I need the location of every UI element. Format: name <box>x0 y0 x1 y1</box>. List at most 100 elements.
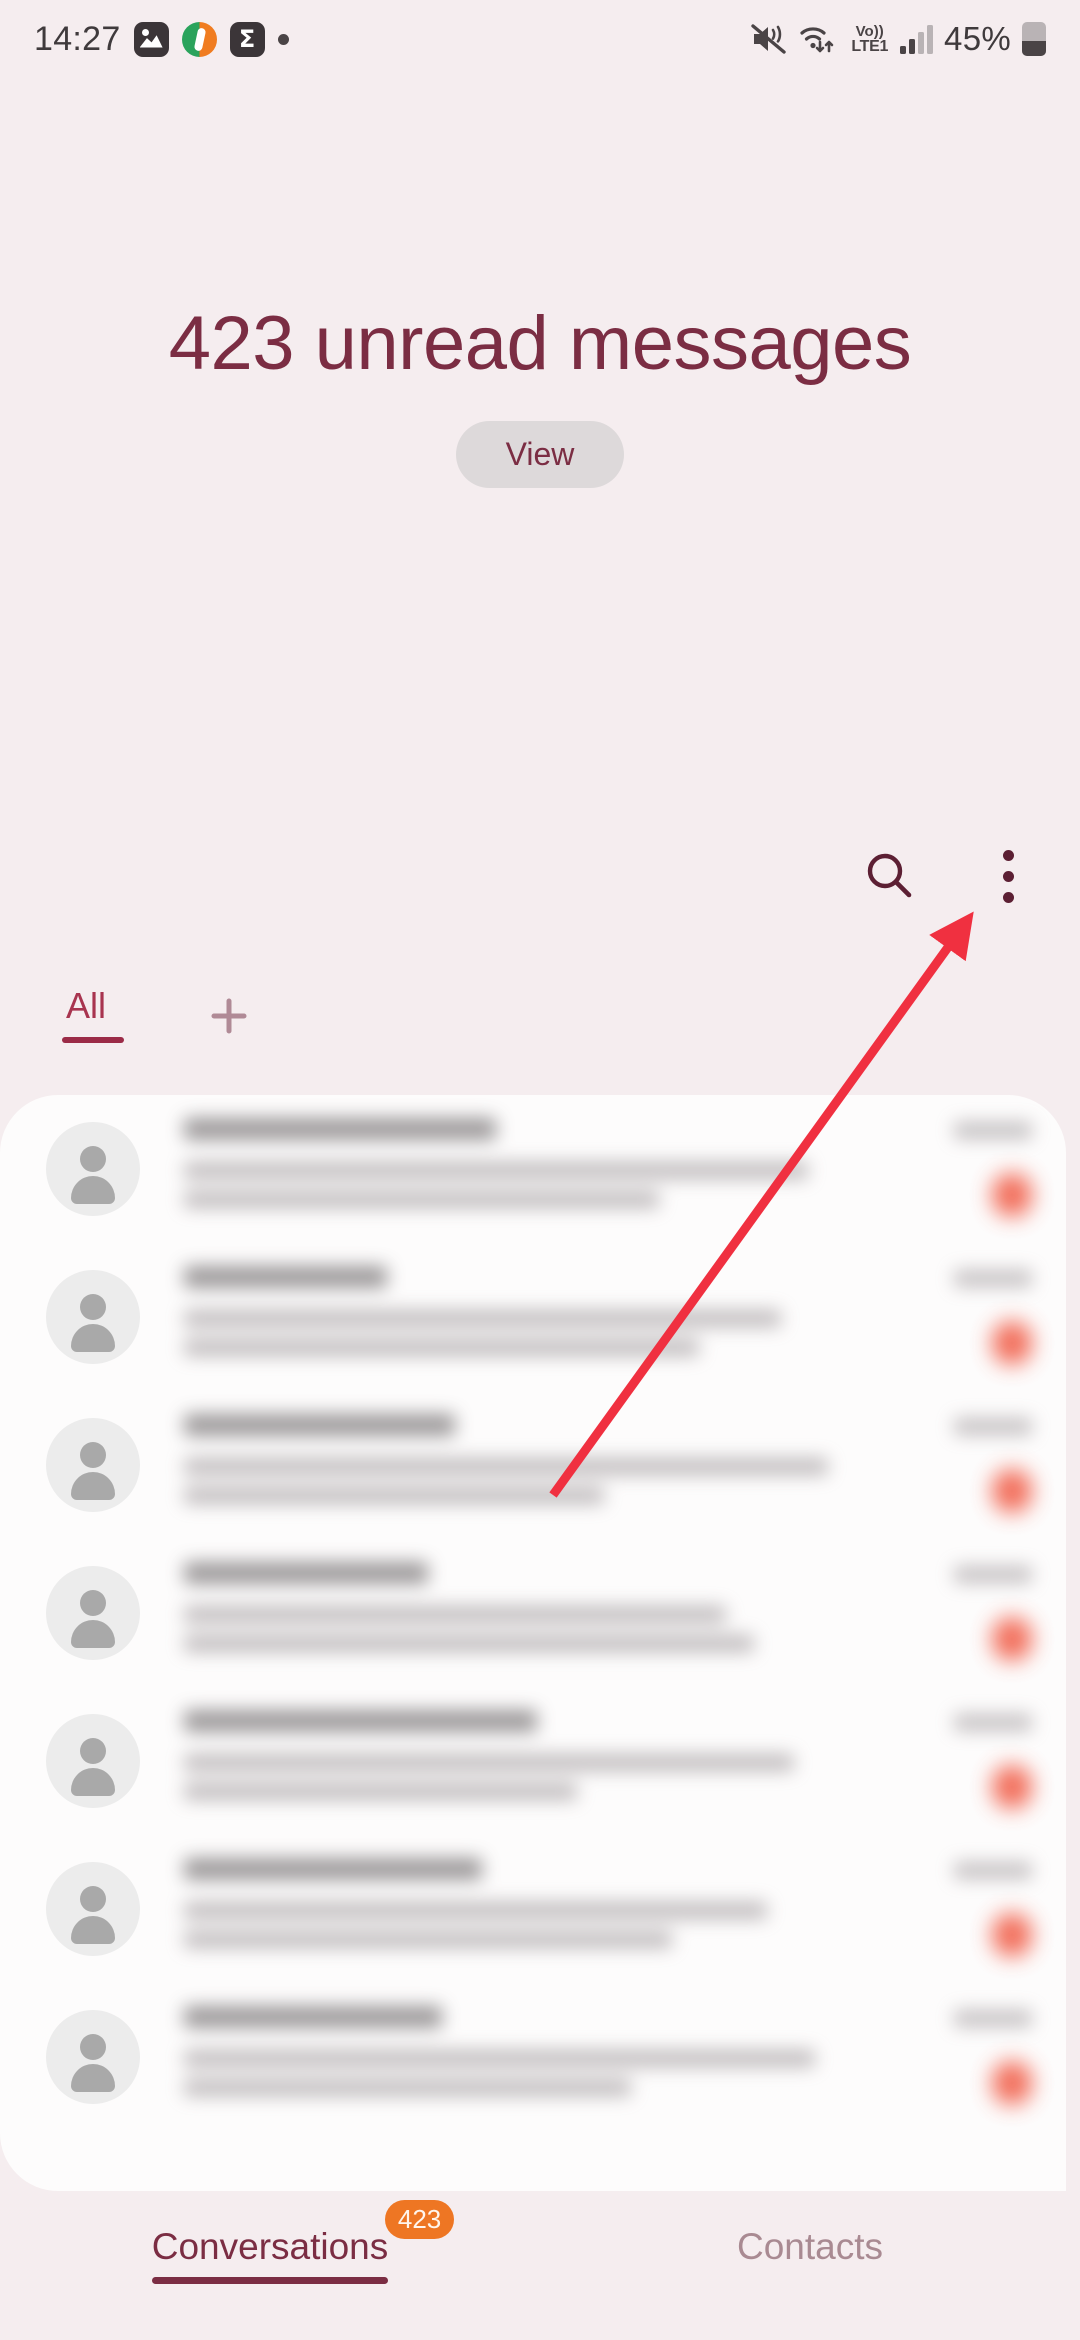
status-time: 14:27 <box>34 19 121 58</box>
conversation-time <box>954 1713 1032 1731</box>
conversation-preview <box>184 1606 727 1623</box>
nav-contacts-label: Contacts <box>736 2226 883 2267</box>
conversation-time <box>954 1121 1032 1139</box>
conversation-name <box>184 1118 496 1140</box>
volte-icon: Vo)) LTE1 <box>851 22 889 55</box>
page-title: 423 unread messages <box>168 301 912 386</box>
status-bar-left: 14:27 <box>34 20 289 59</box>
conversation-preview-2 <box>184 1931 673 1948</box>
conversation-preview <box>184 1458 829 1475</box>
conversation-preview-2 <box>184 1487 605 1504</box>
conversation-content <box>184 1414 862 1516</box>
view-button[interactable]: View <box>455 421 625 489</box>
conversation-time <box>954 1269 1032 1287</box>
conversation-preview <box>184 1902 768 1919</box>
gallery-icon <box>133 21 169 57</box>
conversation-meta <box>862 1121 1032 1217</box>
avatar <box>46 1566 140 1660</box>
notification-dot-icon <box>277 33 289 45</box>
conversation-meta <box>862 1565 1032 1661</box>
avatar <box>46 1270 140 1364</box>
page-header: 423 unread messages View <box>0 300 1080 489</box>
conversation-row[interactable] <box>0 1983 1066 2131</box>
conversation-list[interactable] <box>0 1095 1066 2191</box>
more-options-button[interactable] <box>972 840 1044 912</box>
conversation-meta <box>862 1861 1032 1957</box>
conversation-name <box>184 1710 537 1732</box>
conversation-meta <box>862 1713 1032 1809</box>
battery-percent: 45% <box>944 20 1011 57</box>
avatar <box>46 1418 140 1512</box>
wifi-data-icon <box>800 27 834 53</box>
unread-badge <box>992 1912 1032 1957</box>
avatar <box>46 2010 140 2104</box>
conversation-time <box>954 1861 1032 1879</box>
conversation-meta <box>862 1269 1032 1365</box>
conversation-preview-2 <box>184 2079 632 2096</box>
action-bar <box>854 840 1044 912</box>
conversation-meta <box>862 2009 1032 2105</box>
tab-all-label: All <box>66 985 107 1026</box>
conversation-name <box>184 2006 442 2028</box>
conversation-name <box>184 1858 483 1880</box>
conversation-preview-2 <box>184 1339 700 1356</box>
unread-badge <box>992 1468 1032 1513</box>
unread-badge <box>992 1616 1032 1661</box>
status-bar: 14:27 Vo)) LTE1 <box>0 0 1080 78</box>
conversation-name <box>184 1414 456 1436</box>
avatar <box>46 1862 140 1956</box>
tab-all[interactable]: All <box>62 985 124 1043</box>
nav-conversations-wrap: Conversations 423 <box>151 2200 455 2284</box>
sigma-app-icon <box>229 21 265 57</box>
conversation-row[interactable] <box>0 1095 1066 1243</box>
conversation-preview <box>184 1310 781 1327</box>
add-tab-button[interactable] <box>202 985 256 1043</box>
unread-badge <box>992 1172 1032 1217</box>
conversation-preview <box>184 1162 808 1179</box>
conversation-content <box>184 2006 862 2108</box>
avatar <box>46 1122 140 1216</box>
conversation-content <box>184 1266 862 1368</box>
conversation-preview <box>184 2050 815 2067</box>
conversation-name <box>184 1266 388 1288</box>
filter-tabs: All <box>62 985 256 1043</box>
plus-icon <box>211 998 247 1034</box>
unread-badge <box>992 2060 1032 2105</box>
nav-conversations-underline <box>151 2277 389 2284</box>
phone-screen: 14:27 Vo)) LTE1 <box>0 0 1080 2340</box>
search-icon <box>867 853 912 898</box>
conversation-row[interactable] <box>0 1687 1066 1835</box>
avatar <box>46 1714 140 1808</box>
battery-icon <box>1022 22 1046 56</box>
conversation-content <box>184 1710 862 1812</box>
conversation-preview-2 <box>184 1191 659 1208</box>
conversation-row[interactable] <box>0 1243 1066 1391</box>
nav-conversations-label: Conversations <box>151 2226 389 2267</box>
conversation-row[interactable] <box>0 1391 1066 1539</box>
nav-conversations[interactable]: Conversations 423 <box>0 2192 540 2340</box>
unread-badge <box>992 1764 1032 1809</box>
conversation-row[interactable] <box>0 1835 1066 1983</box>
bottom-navigation: Conversations 423 Contacts <box>0 2192 1080 2340</box>
status-bar-right: Vo)) LTE1 45% <box>751 20 1046 58</box>
mute-icon <box>751 24 787 54</box>
nav-conversations-badge: 423 <box>384 2200 455 2239</box>
conversation-content <box>184 1858 862 1960</box>
conversation-content <box>184 1118 862 1220</box>
conversation-time <box>954 2009 1032 2027</box>
signal-bars-icon <box>900 25 934 54</box>
app-round-icon <box>181 21 217 57</box>
conversation-preview-2 <box>184 1783 578 1800</box>
nav-contacts[interactable]: Contacts <box>540 2192 1080 2340</box>
more-options-icon <box>1002 849 1014 903</box>
tab-all-underline <box>62 1037 124 1043</box>
conversation-content <box>184 1562 862 1664</box>
conversation-row[interactable] <box>0 1539 1066 1687</box>
conversation-time <box>954 1565 1032 1583</box>
conversation-preview-2 <box>184 1635 754 1652</box>
conversation-time <box>954 1417 1032 1435</box>
search-button[interactable] <box>854 840 926 912</box>
unread-badge <box>992 1320 1032 1365</box>
conversation-preview <box>184 1754 795 1771</box>
conversation-name <box>184 1562 429 1584</box>
